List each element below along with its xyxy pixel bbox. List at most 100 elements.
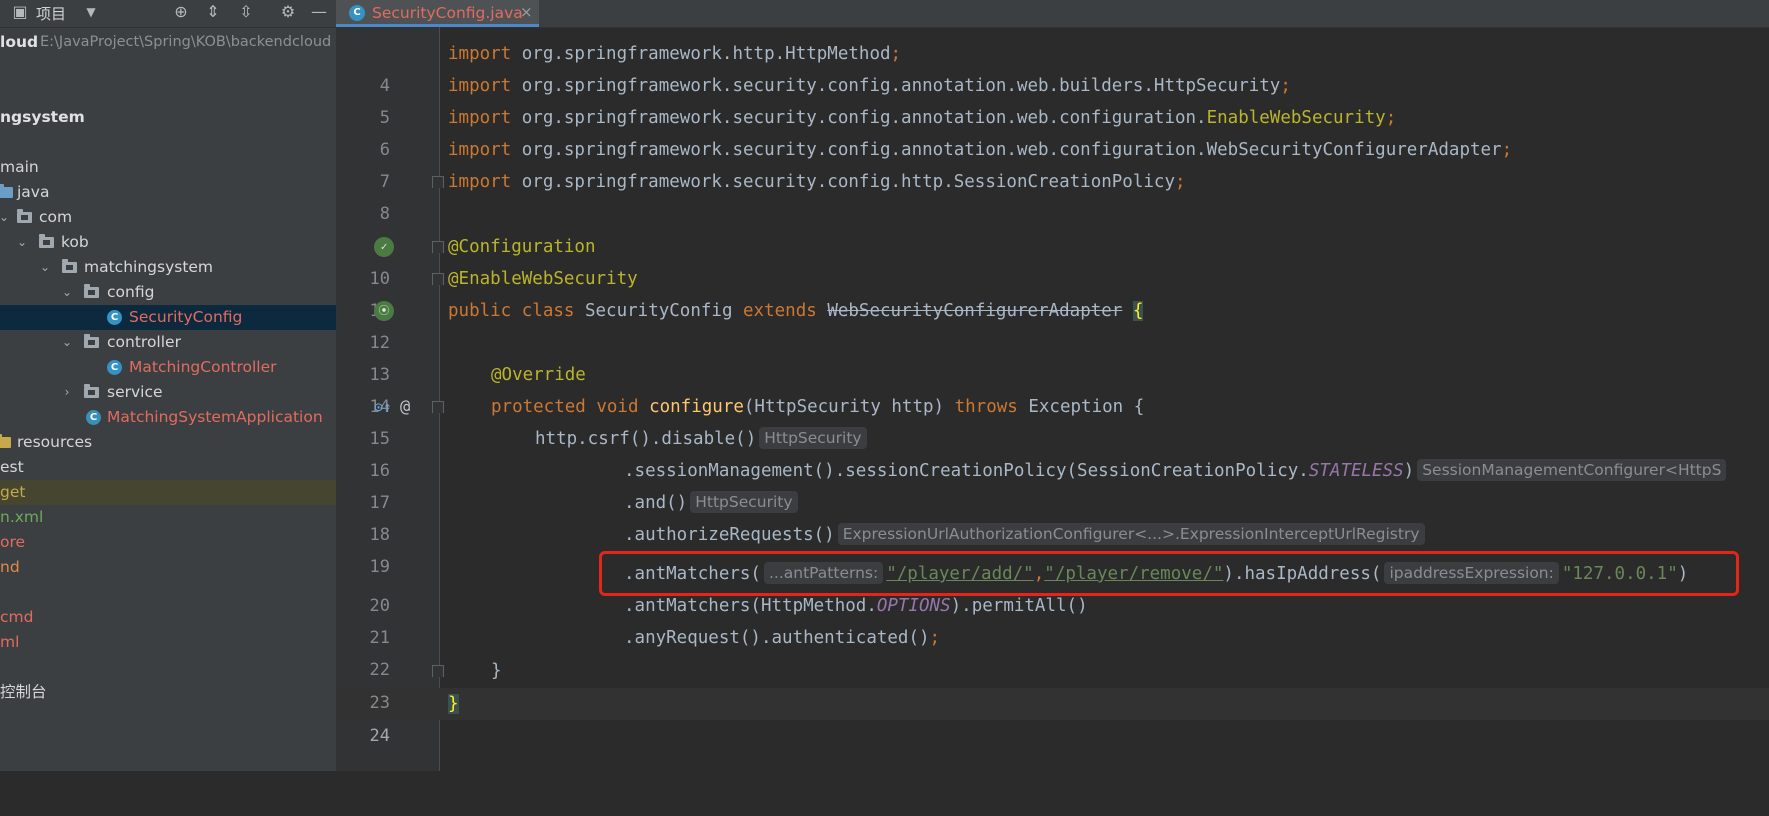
annotation-highlight-box — [599, 551, 1739, 596]
tree-item-target[interactable]: get — [0, 480, 336, 505]
code-text: ).permitAll() — [950, 596, 1088, 616]
code-text: org.springframework.security.config.http… — [511, 172, 1175, 192]
expand-all-icon[interactable]: ⇕ — [203, 2, 223, 22]
code-text: http.csrf().disable() — [535, 429, 757, 449]
root-path: E:\JavaProject\Spring\KOB\backendcloud — [40, 34, 332, 50]
fold-marker-icon[interactable] — [432, 241, 444, 255]
keyword: import — [448, 140, 512, 160]
code-line-13[interactable]: 13 — [336, 327, 1769, 385]
folder-icon — [39, 234, 54, 248]
root-label: loud — [0, 33, 39, 51]
chevron-down-icon[interactable]: ▼ — [81, 2, 101, 22]
chevron-down-icon[interactable]: ⌄ — [60, 280, 74, 305]
module-label: ngsystem — [0, 108, 85, 126]
project-title[interactable]: 项目 — [36, 3, 66, 24]
code-line-9[interactable]: 9 — [336, 198, 1769, 256]
tree-item-main[interactable]: main — [0, 155, 336, 180]
override-arrow-icon[interactable]: ⊙↑ — [374, 391, 392, 423]
spring-bean-icon[interactable]: ✓ — [374, 237, 394, 257]
chevron-right-icon[interactable]: › — [60, 380, 74, 405]
tree-item-matchingsystemapplication[interactable]: C MatchingSystemApplication — [0, 405, 336, 430]
code-text: } — [491, 661, 502, 681]
code-line-14[interactable]: 14 @Override — [336, 359, 1769, 417]
folder-icon — [84, 284, 99, 298]
deprecated-parent: WebSecurityConfigurerAdapter — [827, 301, 1123, 321]
code-line-12[interactable]: 12 ⦿ public class SecurityConfig extends… — [336, 295, 1769, 353]
semicolon: ; — [929, 628, 941, 648]
keyword: extends — [743, 301, 817, 321]
code-line-10[interactable]: 10 ✓ @Configuration — [336, 231, 1769, 289]
tree-item-matchingsystem[interactable]: ⌄ matchingsystem — [0, 255, 336, 280]
tree-item-test[interactable]: est — [0, 455, 336, 480]
gear-icon[interactable]: ⚙ — [278, 2, 298, 22]
class-name: SecurityConfig — [574, 301, 744, 321]
chevron-down-icon[interactable]: ⌄ — [0, 205, 11, 230]
code-line-24[interactable]: 24 } — [336, 688, 1769, 746]
tree-item-config[interactable]: ⌄ config — [0, 280, 336, 305]
type-hint: SessionManagementConfigurer<HttpS — [1417, 459, 1727, 481]
code-line-4[interactable]: 4 import org.springframework.http.HttpMe… — [336, 38, 1769, 96]
tree-module[interactable]: ngsystem — [0, 105, 336, 130]
tree-item-gitignore[interactable]: ore — [0, 530, 336, 555]
code-line-5[interactable]: 5 import org.springframework.security.co… — [336, 70, 1769, 128]
code-line-18[interactable]: 18 .and() HttpSecurity — [336, 487, 1769, 545]
fold-marker-icon[interactable] — [432, 665, 444, 679]
locate-file-icon[interactable]: ⊕ — [171, 2, 191, 22]
tree-item-matchingcontroller[interactable]: C MatchingController — [0, 355, 336, 380]
tree-item-service[interactable]: › service — [0, 380, 336, 405]
code-line-15[interactable]: 15 ⊙↑ @ protected void configure(HttpSec… — [336, 391, 1769, 449]
project-toolbar: ▣ 项目 ▼ ⊕ ⇕ ⇳ ⚙ — — [0, 0, 336, 28]
at-annotation-icon[interactable]: @ — [400, 391, 410, 423]
code-line-11[interactable]: 11 @EnableWebSecurity — [336, 263, 1769, 321]
tree-item-cmd[interactable]: cmd — [0, 605, 336, 630]
code-line-17[interactable]: 17 .sessionManagement().sessionCreationP… — [336, 455, 1769, 513]
code-line-19[interactable]: 19 .authorizeRequests() ExpressionUrlAuth… — [336, 519, 1769, 577]
code-editor: C SecurityConfig.java × 4 import org.spr… — [336, 0, 1769, 771]
collapse-all-icon[interactable]: ⇳ — [236, 2, 256, 22]
matched-brace: { — [1132, 301, 1144, 321]
tree-item-com[interactable]: ⌄ com — [0, 205, 336, 230]
code-line-22[interactable]: 22 .anyRequest().authenticated(); — [336, 622, 1769, 680]
chevron-down-icon[interactable]: ⌄ — [60, 330, 74, 355]
folder-icon — [0, 184, 13, 198]
code-text: .authorizeRequests() — [624, 525, 835, 545]
fold-marker-icon[interactable] — [432, 401, 444, 415]
project-view-icon[interactable]: ▣ — [10, 2, 30, 22]
annotation: @EnableWebSecurity — [448, 269, 638, 289]
tree-item-pom[interactable]: n.xml — [0, 505, 336, 530]
tree-item-controller[interactable]: ⌄ controller — [0, 330, 336, 355]
semicolon: ; — [1174, 172, 1186, 192]
fold-marker-icon[interactable] — [432, 176, 444, 190]
annotation: @Configuration — [448, 237, 596, 257]
code-text: org.springframework.security.config.anno… — [511, 108, 1207, 128]
code-line-7[interactable]: 7 import org.springframework.security.co… — [336, 134, 1769, 192]
code-line-16[interactable]: 16 http.csrf().disable() HttpSecurity — [336, 423, 1769, 481]
line-number: 24 — [369, 726, 390, 746]
tree-root[interactable]: loud E:\JavaProject\Spring\KOB\backendcl… — [0, 30, 336, 55]
code-line-6[interactable]: 6 import org.springframework.security.co… — [336, 102, 1769, 160]
tree-item-md[interactable]: nd — [0, 555, 336, 580]
tree-item-iml[interactable]: ml — [0, 630, 336, 655]
keyword: import — [448, 108, 512, 128]
code-text: org.springframework.security.config.anno… — [511, 76, 1281, 96]
code-line-23[interactable]: 23 } — [336, 655, 1769, 713]
tree-item-java[interactable]: java — [0, 180, 336, 205]
matched-brace: } — [448, 694, 459, 714]
tree-item-resources[interactable]: resources — [0, 430, 336, 455]
code-line-8[interactable]: 8 import org.springframework.security.co… — [336, 166, 1769, 224]
fold-marker-icon[interactable] — [432, 273, 444, 287]
chevron-down-icon[interactable]: ⌄ — [38, 255, 52, 280]
enum-constant: STATELESS — [1308, 461, 1404, 481]
tree-item-console[interactable]: 控制台 — [0, 680, 336, 705]
method-name: configure — [649, 397, 744, 417]
code-text: org.springframework.http.HttpMethod — [511, 44, 891, 64]
project-tool-window: ▣ 项目 ▼ ⊕ ⇕ ⇳ ⚙ — loud E:\JavaProject\Spr… — [0, 0, 336, 771]
spring-app-icon: C — [86, 410, 101, 425]
minimize-icon[interactable]: — — [309, 2, 329, 22]
code-text: ) — [1403, 461, 1415, 481]
chevron-down-icon[interactable]: ⌄ — [15, 230, 29, 255]
folder-icon — [84, 384, 99, 398]
implements-icon[interactable]: ⦿ — [374, 301, 394, 321]
tree-item-kob[interactable]: ⌄ kob — [0, 230, 336, 255]
tree-item-securityconfig[interactable]: C SecurityConfig — [0, 305, 336, 330]
